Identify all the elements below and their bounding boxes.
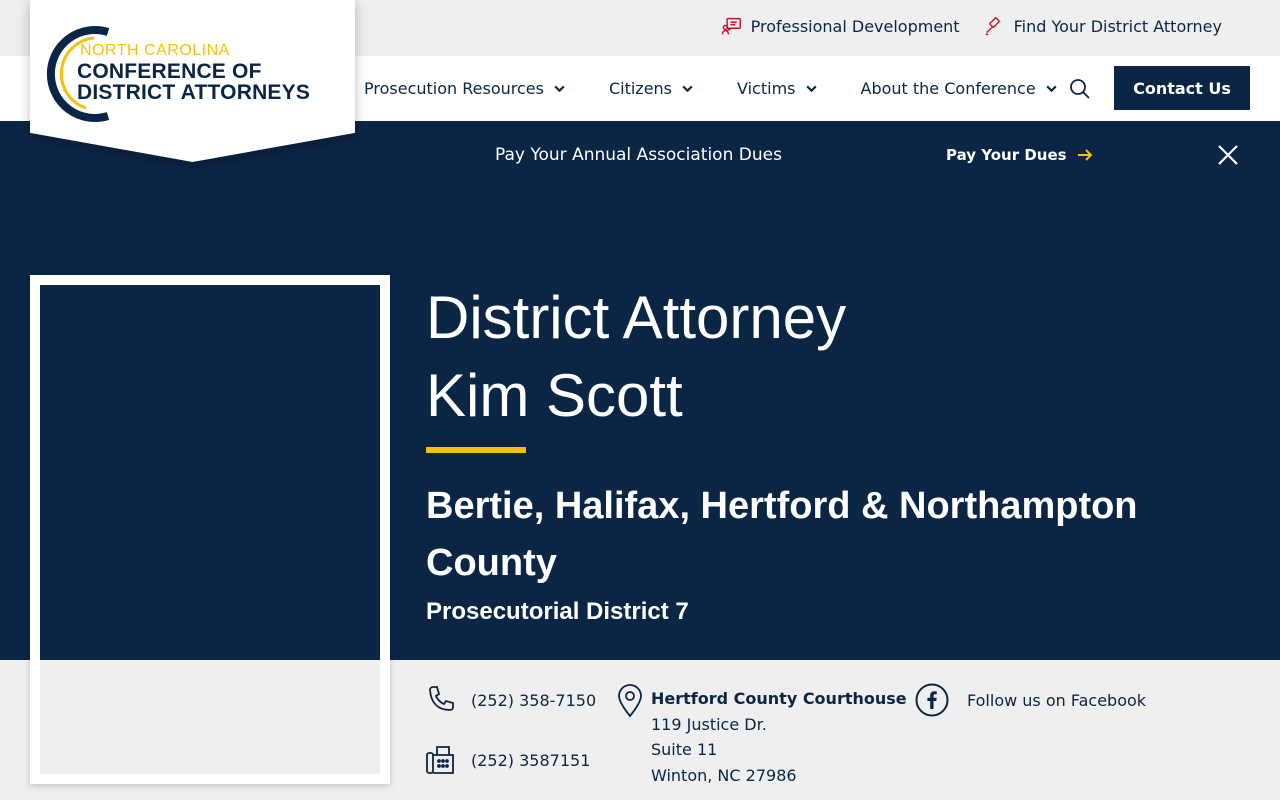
nav-item-citizens[interactable]: Citizens [609,79,694,98]
facebook-label: Follow us on Facebook [967,690,1147,710]
facebook-icon [915,683,949,717]
pay-dues-label: Pay Your Dues [946,146,1067,164]
phone-row[interactable]: (252) 358-7150 [425,684,596,716]
utility-links: Professional Development Find Your Distr… [721,16,1222,37]
address-line1: 119 Justice Dr. [651,714,767,734]
nav-item-about-the-conference[interactable]: About the Conference [861,79,1058,98]
map-pin-icon [618,684,642,718]
dues-banner-text: Pay Your Annual Association Dues [495,145,782,165]
courthouse-name: Hertford County Courthouse [651,689,907,708]
fax-icon [426,746,454,774]
close-icon[interactable] [1217,144,1239,166]
nav-item-label: About the Conference [860,79,1036,98]
attorney-photo [30,275,390,784]
page-title-line2: Kim Scott [426,362,683,429]
nav-items: Prosecution Resources Citizens Victims A… [364,56,1101,121]
nav-item-label: Victims [737,79,796,98]
contact-us-button[interactable]: Contact Us [1114,66,1250,110]
chevron-down-icon [682,85,693,93]
title-divider [426,447,526,453]
address-line2: Suite 11 [651,740,718,759]
find-district-attorney-label: Find Your District Attorney [1013,17,1222,36]
address-line3: Winton, NC 27986 [651,765,797,785]
page-title: District Attorney Kim Scott [426,279,846,435]
phone-icon [429,686,454,711]
logo-line-north-carolina: NORTH CAROLINA [80,42,230,59]
county-heading: Bertie, Halifax, Hertford & Northampton … [426,485,1138,584]
nav-item-victims[interactable]: Victims [737,79,817,98]
nav-item-label: Citizens [608,79,673,98]
facebook-link[interactable]: Follow us on Facebook [915,683,1146,717]
district-heading: Prosecutorial District 7 [426,598,689,625]
phone-number: (252) 358-7150 [471,690,597,710]
find-district-attorney-link[interactable]: Find Your District Attorney [984,16,1222,37]
chevron-down-icon [1046,85,1057,93]
page-title-line1: District Attorney [426,284,847,351]
pay-dues-link[interactable]: Pay Your Dues [946,146,1093,164]
site-logo[interactable]: NORTH CAROLINA CONFERENCE OF DISTRICT AT… [30,0,355,162]
nav-item-label: Prosecution Resources [364,79,544,98]
presenter-icon [721,17,741,35]
chevron-down-icon [805,85,817,93]
logo-line-district-attorneys: DISTRICT ATTORNEYS [77,81,311,104]
gavel-icon [985,17,1000,36]
fax-number: (252) 3587151 [471,750,591,770]
address-block: Hertford County Courthouse 119 Justice D… [651,686,907,788]
nav-item-prosecution-resources[interactable]: Prosecution Resources [364,79,566,98]
chevron-down-icon [554,85,565,93]
arrow-right-icon [1077,149,1092,161]
professional-development-link[interactable]: Professional Development [721,16,960,37]
fax-row[interactable]: (252) 3587151 [425,744,590,776]
search-icon[interactable] [1068,77,1092,101]
professional-development-label: Professional Development [750,17,960,36]
